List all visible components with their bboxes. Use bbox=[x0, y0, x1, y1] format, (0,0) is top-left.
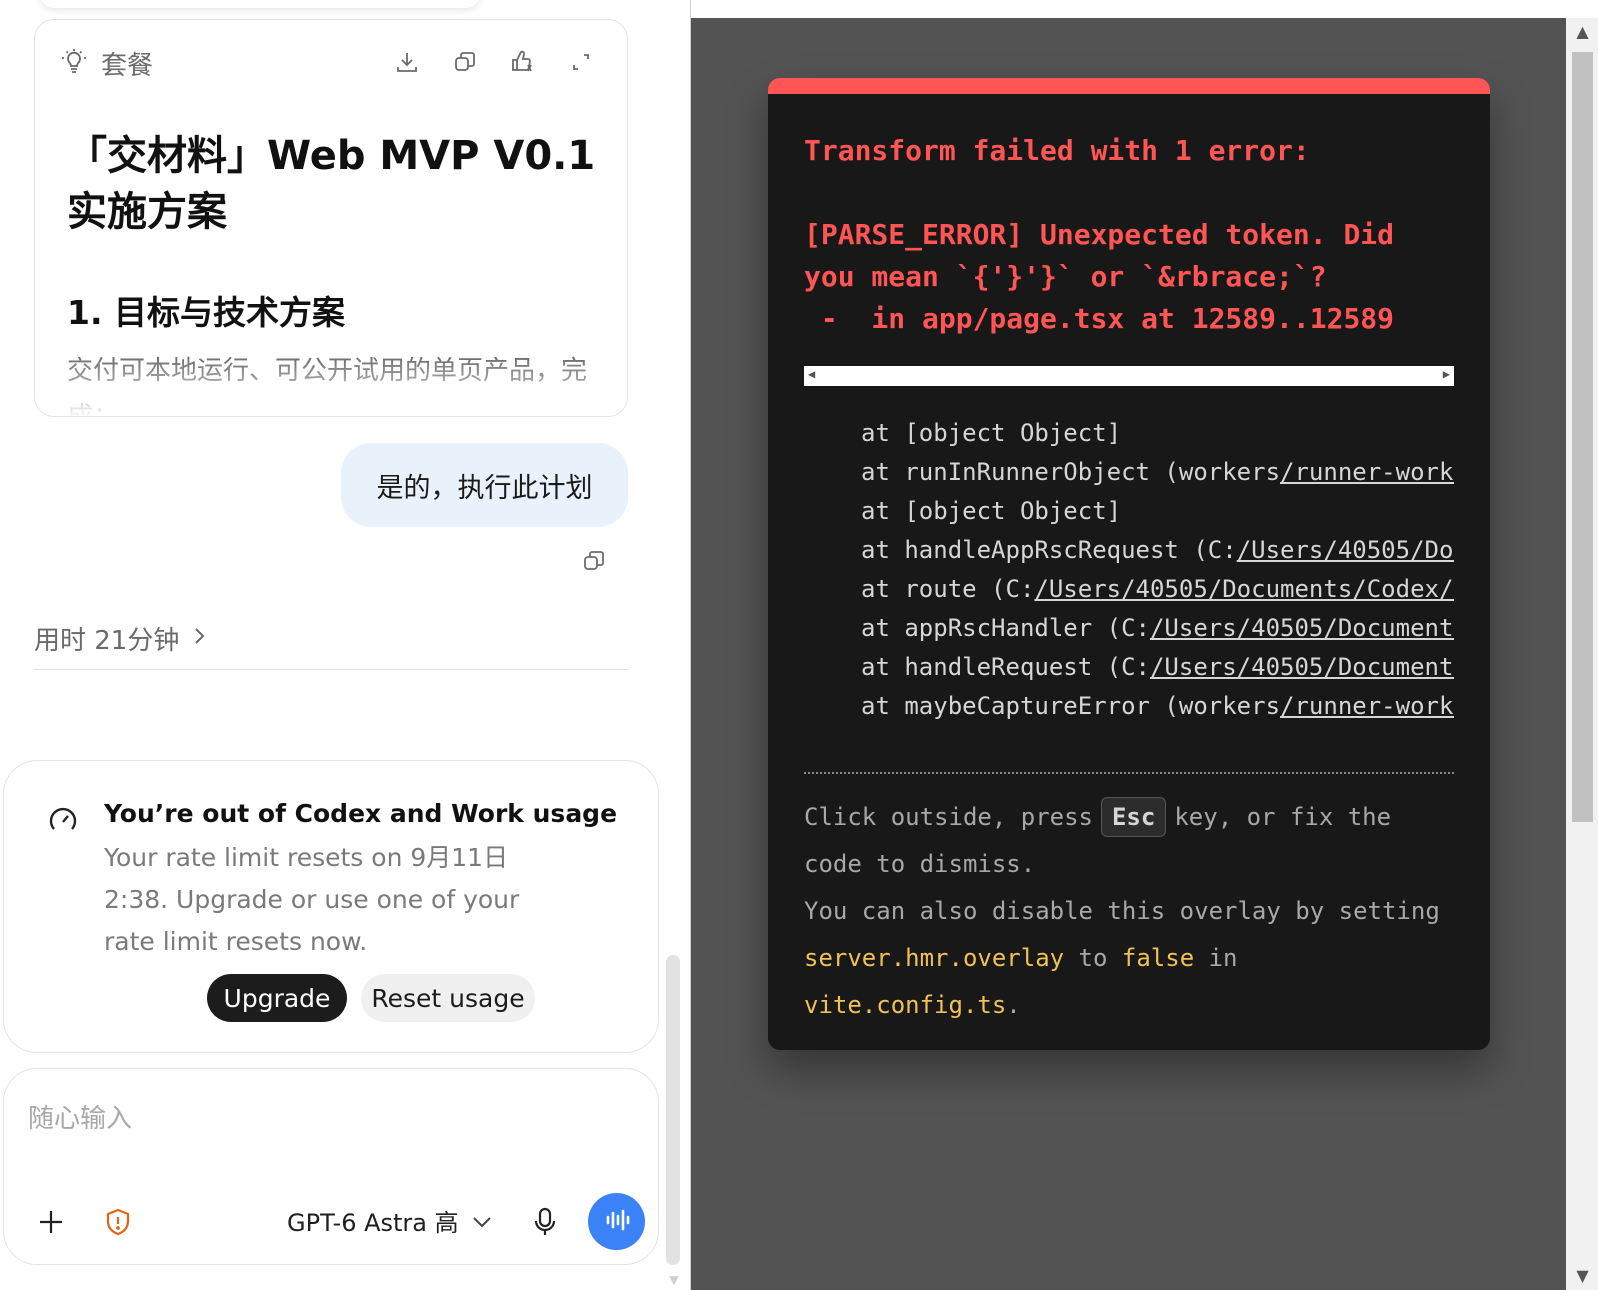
gauge-icon bbox=[46, 803, 80, 837]
composer: GPT-6 Astra 高 bbox=[3, 1068, 659, 1265]
previous-message-edge bbox=[40, 0, 480, 8]
stack-link[interactable]: /Users/40505/Documents/Codex/2 bbox=[1034, 575, 1454, 603]
copy-icon[interactable] bbox=[449, 46, 481, 78]
scroll-down-icon[interactable]: ▼ bbox=[1566, 1266, 1598, 1290]
copy-message-icon[interactable] bbox=[578, 545, 610, 577]
stack-line: at handleAppRscRequest (C:/Users/40505/D… bbox=[804, 531, 1454, 570]
scroll-down-icon[interactable]: ▼ bbox=[666, 1273, 682, 1287]
thumbs-icon[interactable] bbox=[507, 46, 539, 78]
plan-card-label: 套餐 bbox=[101, 50, 154, 81]
reset-usage-button[interactable]: Reset usage bbox=[361, 974, 535, 1022]
plan-title: 「交材料」Web MVP V0.1 实施方案 bbox=[67, 133, 596, 235]
expand-icon[interactable] bbox=[565, 46, 597, 78]
stack-link[interactable]: /Users/40505/Documents bbox=[1150, 614, 1454, 642]
add-icon[interactable] bbox=[31, 1202, 71, 1242]
user-message-bubble: 是的，执行此计划 bbox=[341, 443, 628, 527]
stack-link[interactable]: /runner-worke bbox=[1280, 458, 1454, 486]
lightbulb-icon bbox=[59, 46, 89, 80]
esc-key: Esc bbox=[1100, 797, 1167, 837]
chevron-right-icon bbox=[191, 624, 207, 654]
download-icon[interactable] bbox=[391, 46, 423, 78]
stack-line: at [object Object] bbox=[861, 419, 1122, 447]
scrollbar-thumb[interactable] bbox=[1572, 52, 1593, 822]
overlay-divider bbox=[804, 772, 1454, 774]
stack-line: at handleRequest (C:/Users/40505/Documen… bbox=[804, 648, 1454, 687]
chat-scrollbar[interactable] bbox=[666, 955, 680, 1265]
plan-card-toolbar bbox=[391, 46, 597, 78]
tip-text: . bbox=[1006, 991, 1021, 1019]
upgrade-button[interactable]: Upgrade bbox=[207, 974, 347, 1022]
elapsed-time-text: 用时 21分钟 bbox=[34, 626, 180, 656]
stack-trace: at [object Object] at runInRunnerObject … bbox=[804, 414, 1454, 726]
voice-mode-button[interactable] bbox=[588, 1193, 645, 1250]
chat-panel: 套餐 「交材料」Web MVP V0.1 实施方案 1. 目标与技术方案 交付可… bbox=[0, 0, 690, 1290]
plan-card[interactable]: 套餐 「交材料」Web MVP V0.1 实施方案 1. 目标与技术方案 交付可… bbox=[34, 19, 628, 417]
error-overlay: Transform failed with 1 error: [PARSE_ER… bbox=[768, 78, 1490, 1050]
stack-link[interactable]: /runner-worke bbox=[1280, 692, 1454, 720]
tip-text: You can also disable this overlay by set… bbox=[804, 897, 1440, 925]
chevron-down-icon bbox=[471, 1207, 493, 1235]
stack-link[interactable]: /Users/40505/Documents bbox=[1150, 653, 1454, 681]
stack-line: at maybeCaptureError (workers/runner-wor… bbox=[804, 687, 1454, 726]
waveform-icon bbox=[603, 1206, 631, 1238]
error-message: Transform failed with 1 error: [PARSE_ER… bbox=[804, 134, 1395, 335]
horizontal-scrollbar[interactable]: ◀ ▶ bbox=[804, 366, 1454, 386]
stack-line: at [object Object] bbox=[861, 497, 1122, 525]
stack-line: at appRscHandler (C:/Users/40505/Documen… bbox=[804, 609, 1454, 648]
model-selector[interactable]: GPT-6 Astra 高 bbox=[287, 1203, 493, 1238]
tip-code: vite.config.ts bbox=[804, 991, 1007, 1019]
stack-line: at route (C:/Users/40505/Documents/Codex… bbox=[804, 570, 1454, 609]
plan-section-heading: 1. 目标与技术方案 bbox=[67, 293, 345, 332]
stack-link[interactable]: /Users/40505/Doc bbox=[1237, 536, 1454, 564]
user-message-text: 是的，执行此计划 bbox=[376, 472, 593, 504]
model-label: GPT-6 Astra 高 bbox=[287, 1209, 459, 1237]
message-input[interactable] bbox=[28, 1099, 628, 1139]
scroll-left-icon[interactable]: ◀ bbox=[808, 367, 815, 381]
usage-title: You’re out of Codex and Work usage bbox=[104, 799, 618, 828]
tip-code: server.hmr.overlay bbox=[804, 944, 1065, 972]
scroll-right-icon[interactable]: ▶ bbox=[1443, 367, 1450, 381]
plan-card-header: 套餐 bbox=[59, 46, 154, 81]
tip-code: false bbox=[1121, 944, 1195, 972]
preview-top-bar bbox=[691, 0, 1598, 18]
plan-card-fade bbox=[35, 356, 627, 416]
preview-panel: Transform failed with 1 error: [PARSE_ER… bbox=[690, 0, 1598, 1290]
tip-text: to bbox=[1078, 944, 1108, 972]
usage-limit-card: You’re out of Codex and Work usage Your … bbox=[3, 760, 659, 1053]
tip-text: Click outside, press bbox=[804, 803, 1093, 831]
microphone-icon[interactable] bbox=[525, 1202, 565, 1242]
scroll-up-icon[interactable]: ▲ bbox=[1566, 22, 1598, 46]
elapsed-time-toggle[interactable]: 用时 21分钟 bbox=[34, 620, 207, 657]
divider bbox=[34, 669, 628, 670]
overlay-tip: Click outside, press Esc key, or fix the c… bbox=[804, 794, 1454, 1029]
tip-text: in bbox=[1208, 944, 1238, 972]
usage-text: Your rate limit resets on 9月11日 2:38. Up… bbox=[104, 843, 520, 956]
stack-line: at runInRunnerObject (workers/runner-wor… bbox=[804, 453, 1454, 492]
shield-warning-icon[interactable] bbox=[98, 1202, 138, 1242]
